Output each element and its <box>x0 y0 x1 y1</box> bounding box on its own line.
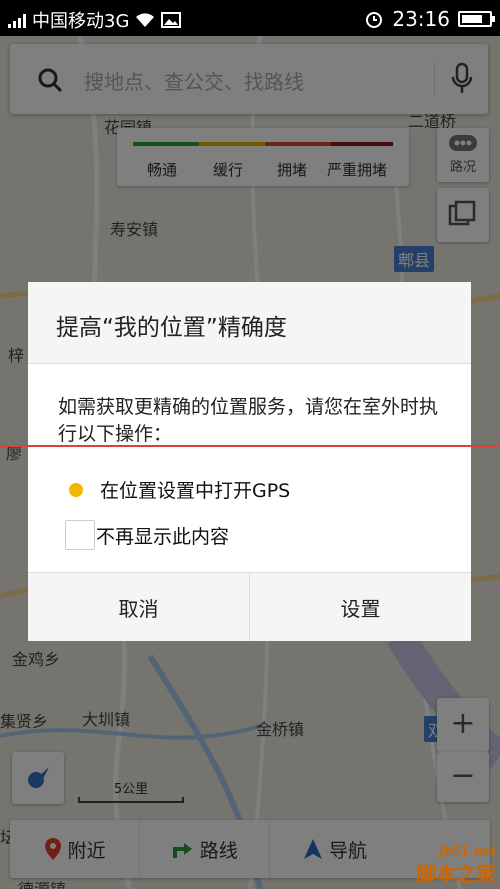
dialog-button-row: 取消 设置 <box>28 572 471 641</box>
dont-show-again-checkbox[interactable] <box>65 520 95 550</box>
alarm-icon <box>366 12 383 28</box>
bullet-dot-icon <box>69 483 83 497</box>
settings-button[interactable]: 设置 <box>250 573 471 641</box>
location-accuracy-dialog: 提高“我的位置”精确度 如需获取更精确的位置服务，请您在室外时执行以下操作： 在… <box>28 282 471 641</box>
watermark: jb51.net 脚本之家 <box>416 844 496 887</box>
dont-show-again-label[interactable]: 不再显示此内容 <box>96 522 229 549</box>
battery-icon <box>458 11 495 27</box>
image-icon <box>161 12 182 28</box>
dialog-message: 如需获取更精确的位置服务，请您在室外时执行以下操作： <box>58 396 439 445</box>
annotation-line <box>0 445 500 447</box>
watermark-site: jb51.net <box>439 844 496 858</box>
carrier-text: 中国移动3G <box>32 11 130 32</box>
gps-option-text: 在位置设置中打开GPS <box>100 480 291 502</box>
wifi-icon <box>136 13 155 27</box>
status-bar: 中国移动3G 23:16 <box>0 0 500 36</box>
clock-text: 23:16 <box>392 7 450 31</box>
dialog-title-bar: 提高“我的位置”精确度 <box>28 282 471 364</box>
signal-icon <box>8 12 26 28</box>
watermark-name: 脚本之家 <box>416 862 496 886</box>
cancel-button[interactable]: 取消 <box>28 573 250 641</box>
dialog-title: 提高“我的位置”精确度 <box>56 315 287 341</box>
